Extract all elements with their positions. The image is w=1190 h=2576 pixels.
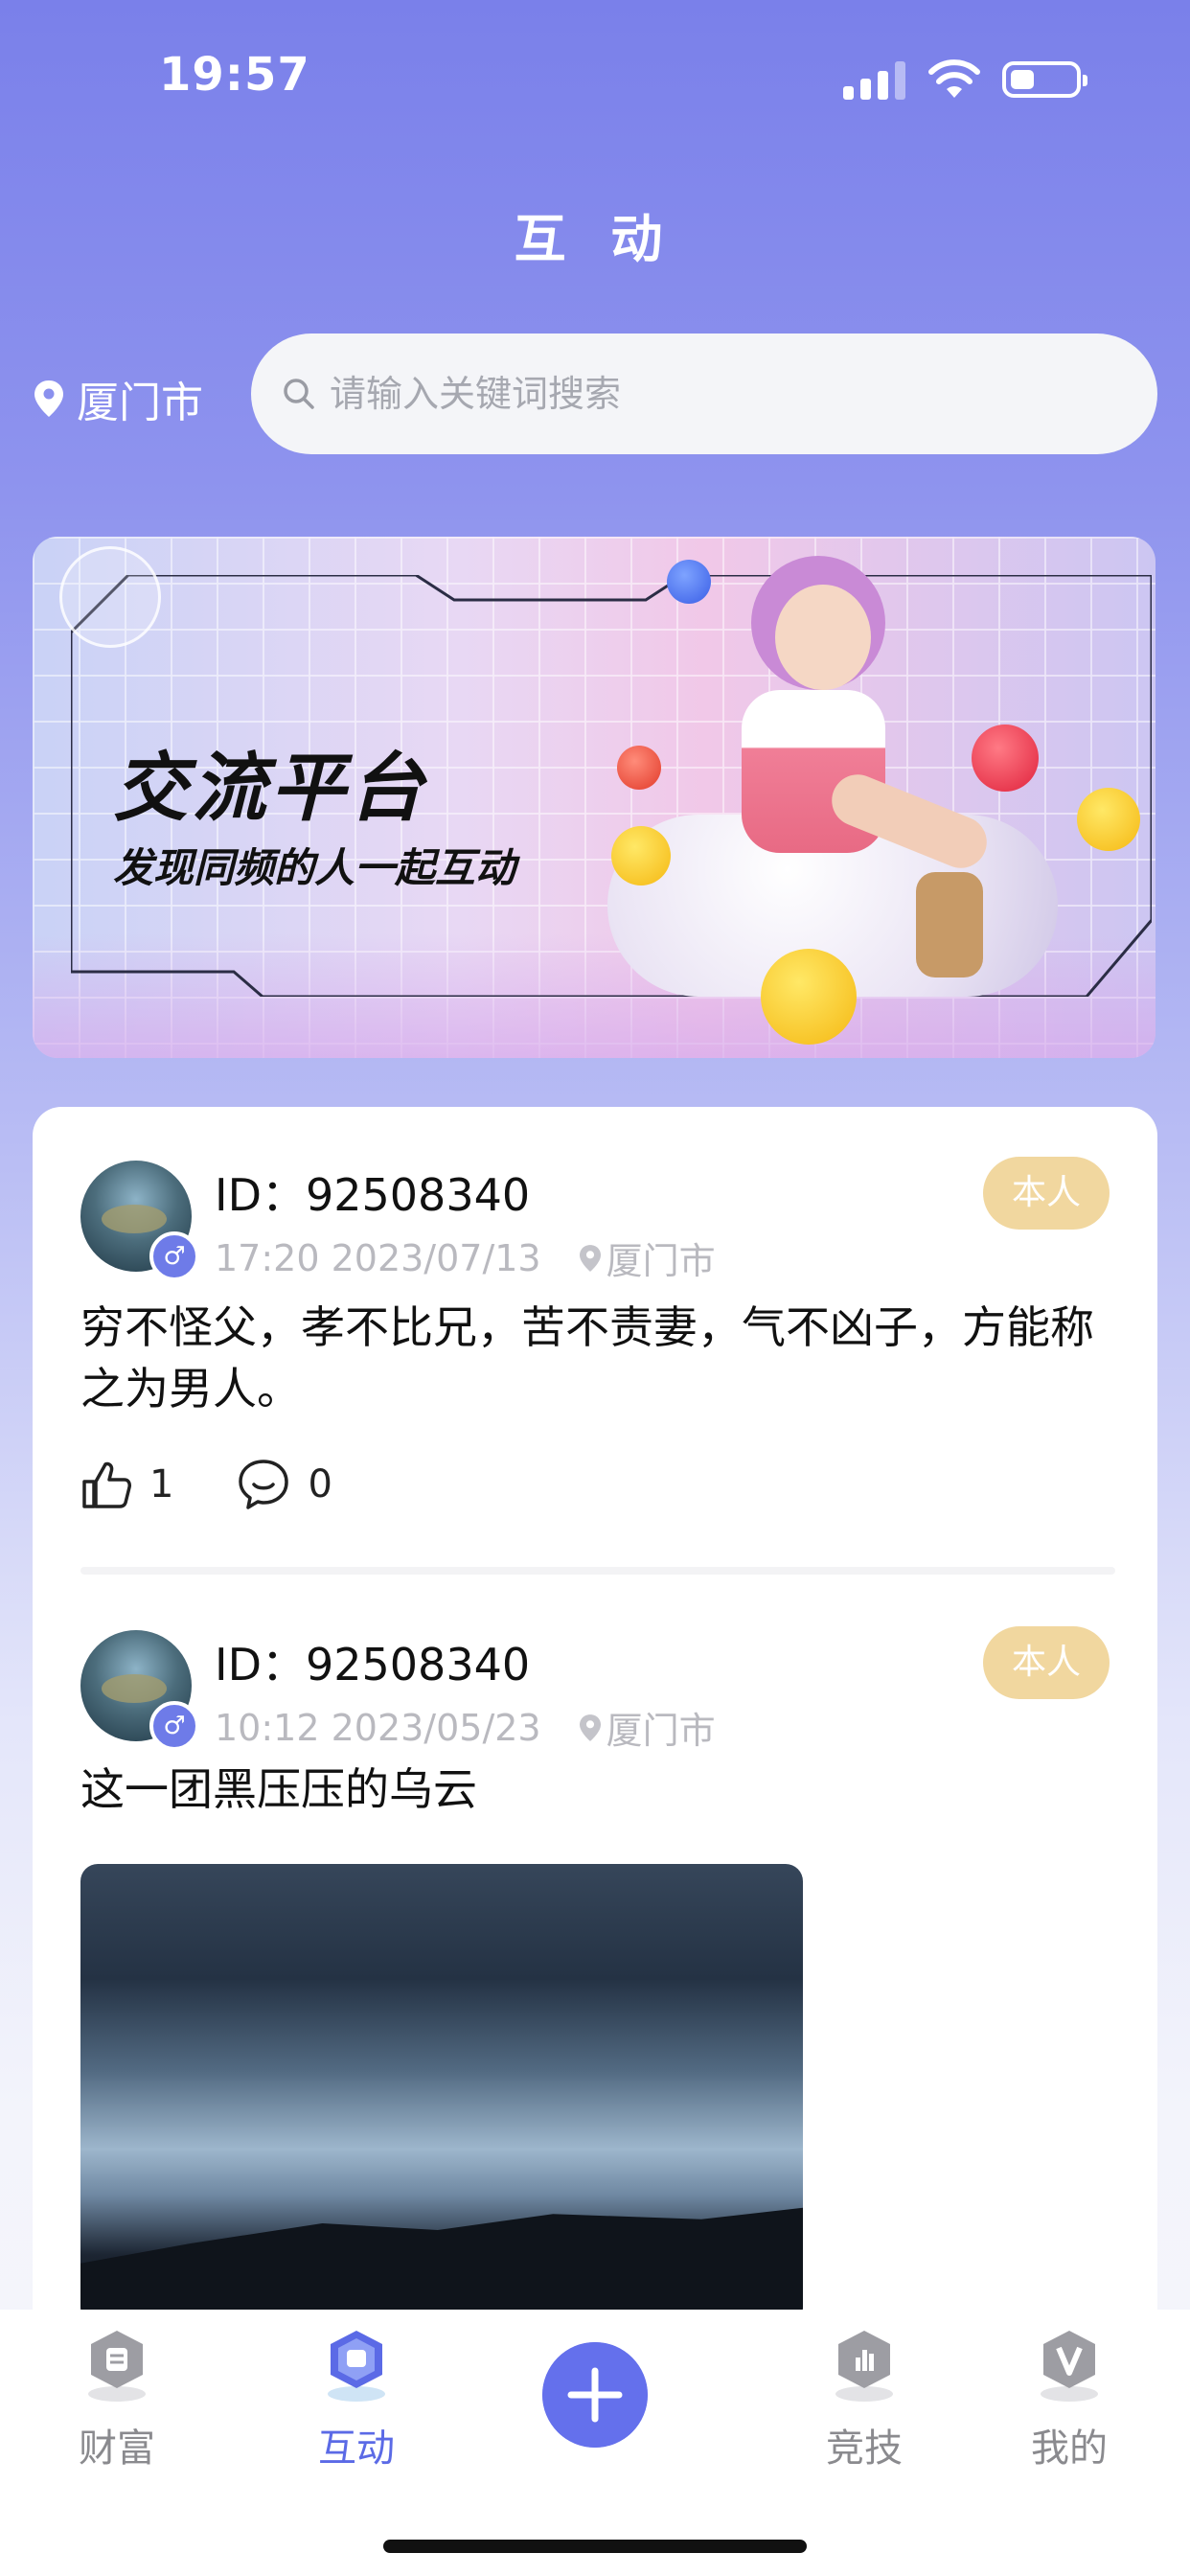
tab-wealth[interactable]: 财富 [21, 2310, 213, 2472]
tab-interaction[interactable]: 互动 [261, 2310, 452, 2472]
post-time: 17:20 2023/07/13 [215, 1236, 541, 1279]
character-boot [916, 872, 983, 978]
home-indicator [383, 2540, 807, 2553]
search-bar[interactable] [251, 334, 1157, 454]
tab-wealth-label: 财富 [79, 2426, 155, 2471]
surprised-emoji-icon-right [1077, 788, 1140, 851]
comment-bubble-icon [239, 1460, 289, 1509]
competition-icon [835, 2331, 893, 2402]
banner-subtitle: 发现同频的人一起互动 [113, 844, 516, 891]
location-selector[interactable]: 厦门市 [34, 368, 203, 429]
post-content: 穷不怪父，孝不比兄，苦不责妻，气不凶子，方能称之为男人。 [80, 1301, 1094, 1414]
interaction-icon [328, 2331, 385, 2402]
post-user-id: ID：92508340 [215, 1169, 531, 1221]
tab-profile-label: 我的 [1031, 2426, 1108, 2471]
tab-competition-label: 竞技 [826, 2426, 903, 2471]
status-time: 19:57 [159, 48, 310, 102]
self-badge: 本人 [983, 1626, 1110, 1699]
comment-count: 0 [308, 1462, 332, 1506]
post-user-id: ID：92508340 [215, 1639, 531, 1690]
post-time: 10:12 2023/05/23 [215, 1706, 541, 1749]
like-button[interactable]: 1 [80, 1459, 173, 1510]
character-face [775, 585, 871, 690]
thumbs-up-icon [82, 1461, 131, 1508]
tab-profile[interactable]: 我的 [973, 2310, 1165, 2472]
location-pin-icon [579, 1714, 601, 1741]
like-count: 1 [149, 1462, 174, 1506]
heart-bubble-icon [972, 724, 1039, 792]
post-image-storm-clouds[interactable] [80, 1864, 803, 2324]
post-meta: 10:12 2023/05/23 厦门市 [215, 1701, 716, 1754]
post-meta: 17:20 2023/07/13 厦门市 [215, 1231, 716, 1284]
comment-button[interactable]: 0 [237, 1458, 332, 1511]
battery-icon [1002, 61, 1087, 98]
laughing-emoji-icon [761, 949, 857, 1045]
tab-interaction-label: 互动 [318, 2426, 395, 2471]
location-pin-icon [34, 380, 63, 417]
post-actions: 1 0 [80, 1458, 396, 1511]
bubble-decoration [59, 546, 161, 648]
tab-competition[interactable]: 竞技 [768, 2310, 960, 2472]
angry-emoji-icon [617, 746, 661, 790]
like-bubble-icon [667, 560, 711, 604]
surprised-emoji-icon [611, 826, 671, 886]
page-title: 互 动 [514, 209, 676, 269]
post-location: 厦门市 [606, 1240, 716, 1282]
male-gender-icon: ♂ [149, 1701, 199, 1751]
location-city: 厦门市 [77, 379, 203, 427]
cellular-signal-icon [843, 59, 906, 100]
post-content: 这一团黑压压的乌云 [80, 1763, 477, 1815]
male-gender-icon: ♂ [149, 1231, 199, 1281]
create-post-button[interactable] [542, 2342, 648, 2448]
promo-banner[interactable]: 交流平台 发现同频的人一起互动 [33, 537, 1156, 1058]
wealth-icon [88, 2331, 146, 2402]
post-location: 厦门市 [606, 1710, 716, 1752]
self-badge: 本人 [983, 1157, 1110, 1230]
wifi-icon [928, 59, 980, 98]
search-input[interactable] [328, 372, 1098, 416]
banner-title: 交流平台 [113, 746, 428, 832]
post-divider [80, 1567, 1115, 1575]
profile-icon [1041, 2331, 1098, 2402]
search-icon [284, 379, 314, 409]
location-pin-icon [579, 1244, 601, 1272]
